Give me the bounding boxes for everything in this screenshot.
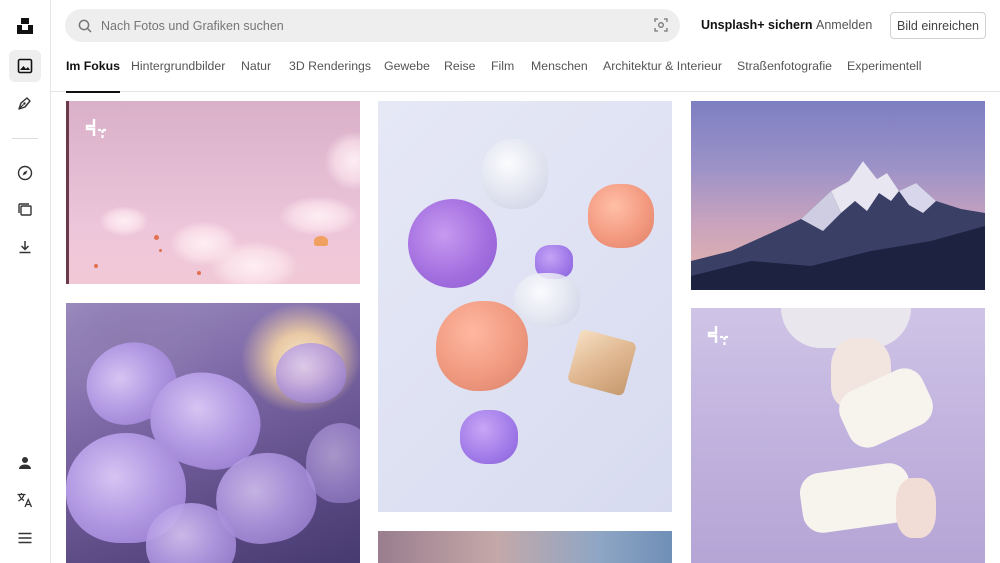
- sidebar-item-collections[interactable]: [9, 194, 41, 226]
- tab-im-fokus[interactable]: Im Fokus: [66, 50, 120, 93]
- cloud: [324, 131, 360, 191]
- paraglider: [197, 271, 201, 275]
- pink-sky-paragliders-photo[interactable]: [66, 101, 360, 284]
- tab-strassenfotografie[interactable]: Straßenfotografie: [737, 50, 832, 92]
- tab-menschen[interactable]: Menschen: [531, 50, 588, 92]
- get-unsplash-plus-link[interactable]: Unsplash+ sichern: [701, 18, 813, 32]
- mountain-silhouette: [691, 161, 985, 290]
- snowy-mountain-dusk-photo[interactable]: [691, 101, 985, 290]
- search-input[interactable]: [101, 18, 631, 33]
- purple-disc-shape: [408, 199, 497, 288]
- sidebar-item-account[interactable]: [9, 447, 41, 479]
- submit-image-button[interactable]: Bild einreichen: [890, 12, 986, 39]
- paraglider: [314, 236, 328, 246]
- cloud: [99, 206, 149, 236]
- purple-shape: [460, 410, 518, 464]
- hamburger-menu-icon: [18, 532, 32, 544]
- clear-glass-shape: [514, 273, 580, 327]
- tab-experimentell[interactable]: Experimentell: [847, 50, 922, 92]
- sidebar-item-download[interactable]: [9, 231, 41, 263]
- lavender-sweater-hands-photo[interactable]: [691, 308, 985, 563]
- download-icon: [19, 241, 31, 254]
- pen-nib-icon: [18, 97, 31, 110]
- tab-hintergrundbilder[interactable]: Hintergrundbilder: [131, 50, 225, 92]
- cloud: [209, 241, 299, 284]
- paraglider: [154, 235, 159, 240]
- visual-search-icon[interactable]: [654, 18, 668, 32]
- user-icon: [19, 457, 31, 469]
- tab-natur[interactable]: Natur: [241, 50, 271, 92]
- tab-3d-renderings[interactable]: 3D Renderings: [289, 50, 371, 92]
- search-bar: [65, 9, 680, 42]
- cloud: [279, 196, 359, 236]
- tab-reise[interactable]: Reise: [444, 50, 475, 92]
- tab-gewebe[interactable]: Gewebe: [384, 50, 430, 92]
- hand: [896, 478, 936, 538]
- paraglider: [159, 249, 162, 252]
- sidebar-item-menu[interactable]: [9, 522, 41, 554]
- unsplash-plus-badge-icon: [85, 119, 107, 139]
- translate-icon: [17, 493, 33, 508]
- flower: [276, 343, 346, 403]
- image-icon: [17, 58, 33, 74]
- sidebar-item-photos[interactable]: [9, 50, 41, 82]
- left-sidebar: [0, 0, 51, 563]
- sidebar-item-illustrations[interactable]: [9, 87, 41, 119]
- tab-architektur-interieur[interactable]: Architektur & Interieur: [603, 50, 722, 92]
- paraglider: [94, 264, 98, 268]
- clear-glass-shape: [482, 139, 548, 209]
- sidebar-divider: [12, 138, 38, 139]
- purple-azalea-flowers-photo[interactable]: [66, 303, 360, 563]
- pastel-3d-shapes-photo[interactable]: [378, 101, 672, 512]
- category-tabs: Im Fokus Hintergrundbilder Natur 3D Rend…: [51, 50, 1000, 93]
- collections-icon: [18, 203, 32, 216]
- unsplash-plus-badge-icon: [707, 326, 729, 346]
- unsplash-logo-icon[interactable]: [9, 10, 41, 42]
- compass-icon: [17, 165, 33, 181]
- flower: [306, 423, 360, 503]
- sidebar-item-language[interactable]: [9, 484, 41, 516]
- sidebar-item-explore[interactable]: [9, 157, 41, 189]
- peach-blob-shape: [436, 301, 528, 391]
- search-icon[interactable]: [78, 19, 92, 33]
- peach-shape: [588, 184, 654, 248]
- login-link[interactable]: Anmelden: [816, 18, 872, 32]
- tab-film[interactable]: Film: [491, 50, 514, 92]
- sunset-partial-photo[interactable]: [378, 531, 672, 563]
- gold-geometric-shape: [566, 328, 638, 397]
